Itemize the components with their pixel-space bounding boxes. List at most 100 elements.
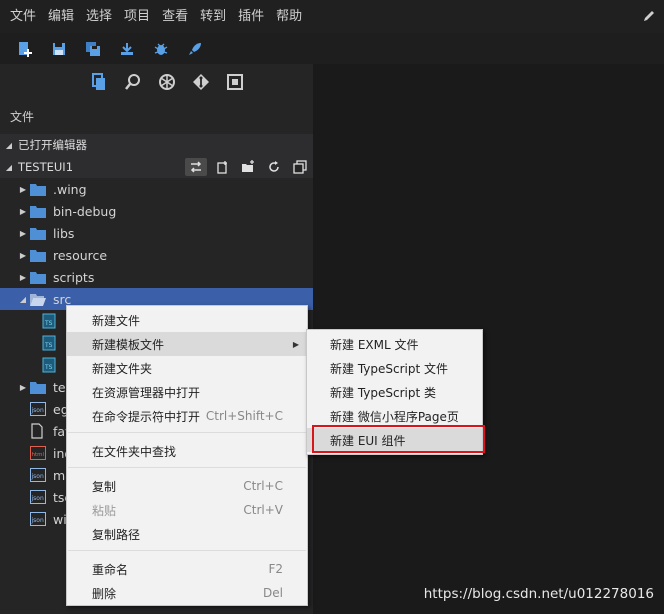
ctx-label: 粘贴: [92, 503, 117, 518]
ctx-open-in-cmd[interactable]: 在命令提示符中打开 Ctrl+Shift+C: [67, 404, 307, 428]
svg-text:json: json: [31, 407, 44, 414]
ctx-label: 删除: [92, 586, 117, 601]
sub-new-exml[interactable]: 新建 EXML 文件: [307, 332, 482, 356]
search-icon[interactable]: [122, 71, 144, 93]
folder-icon: [30, 247, 48, 263]
ctx-paste[interactable]: 粘贴 Ctrl+V: [67, 498, 307, 522]
ctx-label: 在文件夹中查找: [92, 444, 177, 459]
debug-icon[interactable]: [150, 38, 172, 60]
expand-icon: ▶: [19, 382, 27, 392]
collapse-icon: ◢: [5, 162, 13, 172]
new-folder-icon[interactable]: [237, 158, 259, 176]
menu-goto[interactable]: 转到: [194, 0, 232, 33]
ctx-shortcut: Del: [263, 586, 283, 600]
json-file-icon: json: [30, 401, 48, 417]
highlight-box: [312, 425, 485, 453]
typescript-file-icon: TS: [42, 313, 60, 329]
svg-text:json: json: [31, 517, 44, 524]
ctx-label: 新建模板文件: [92, 337, 165, 352]
sub-new-ts-file[interactable]: 新建 TypeScript 文件: [307, 356, 482, 380]
ctx-shortcut: Ctrl+V: [243, 503, 283, 517]
launch-icon[interactable]: [184, 38, 206, 60]
expand-icon: ▶: [19, 206, 27, 216]
tree-item-label: libs: [53, 225, 75, 241]
git-icon[interactable]: [190, 71, 212, 93]
watermark: https://blog.csdn.net/u012278016: [423, 586, 654, 602]
new-project-icon[interactable]: [14, 38, 36, 60]
menu-help[interactable]: 帮助: [270, 0, 308, 33]
sync-icon[interactable]: [185, 158, 207, 176]
publish-icon[interactable]: [116, 38, 138, 60]
ctx-new-template-file[interactable]: 新建模板文件 ▶: [67, 332, 307, 356]
folder-icon: [30, 181, 48, 197]
panel-title: 文件: [10, 110, 35, 124]
tree-folder-bin-debug[interactable]: ▶ bin-debug: [0, 200, 313, 222]
collapse-all-icon[interactable]: [289, 158, 311, 176]
menu-plugins[interactable]: 插件: [232, 0, 270, 33]
tree-item-label: bin-debug: [53, 203, 117, 219]
tree-folder-resource[interactable]: ▶ resource: [0, 244, 313, 266]
tree-item-label: resource: [53, 247, 108, 263]
svg-text:TS: TS: [44, 320, 53, 327]
ctx-copy[interactable]: 复制 Ctrl+C: [67, 474, 307, 498]
new-file-icon[interactable]: [211, 158, 233, 176]
ctx-new-folder[interactable]: 新建文件夹: [67, 356, 307, 380]
typescript-file-icon: TS: [42, 357, 60, 373]
menu-view[interactable]: 查看: [156, 0, 194, 33]
ctx-label: 在命令提示符中打开: [92, 409, 201, 424]
menu-select[interactable]: 选择: [80, 0, 118, 33]
context-menu: 新建文件 新建模板文件 ▶ 新建文件夹 在资源管理器中打开 在命令提示符中打开 Ct…: [66, 305, 308, 606]
ctx-copy-path[interactable]: 复制路径: [67, 522, 307, 546]
tree-folder-libs[interactable]: ▶ libs: [0, 222, 313, 244]
layout-icon[interactable]: [224, 71, 246, 93]
menu-separator: [68, 467, 306, 468]
json-file-icon: json: [30, 467, 48, 483]
svg-text:TS: TS: [44, 342, 53, 349]
menu-file[interactable]: 文件: [0, 0, 42, 33]
svg-text:json: json: [31, 473, 44, 480]
tree-folder-scripts[interactable]: ▶ scripts: [0, 266, 313, 288]
sub-label: 新建 微信小程序Page页: [330, 409, 459, 424]
refresh-icon[interactable]: [263, 158, 285, 176]
tree-item-label: scripts: [53, 269, 95, 285]
svg-text:html: html: [32, 452, 45, 458]
ctx-label: 新建文件夹: [92, 361, 153, 376]
ctx-delete[interactable]: 删除 Del: [67, 581, 307, 605]
save-icon[interactable]: [48, 38, 70, 60]
ctx-rename[interactable]: 重命名 F2: [67, 557, 307, 581]
menu-bar: 文件 编辑 选择 项目 查看 转到 插件 帮助: [0, 0, 664, 33]
tree-item-label: .wing: [53, 181, 87, 197]
collapse-icon: ◢: [19, 294, 27, 304]
sub-label: 新建 TypeScript 文件: [330, 361, 448, 376]
ctx-new-file[interactable]: 新建文件: [67, 308, 307, 332]
menu-separator: [68, 432, 306, 433]
json-file-icon: json: [30, 489, 48, 505]
save-all-icon[interactable]: [82, 38, 104, 60]
menu-project[interactable]: 项目: [118, 0, 156, 33]
sub-label: 新建 EXML 文件: [330, 337, 419, 352]
ctx-open-in-explorer[interactable]: 在资源管理器中打开: [67, 380, 307, 404]
expand-icon: ▶: [19, 272, 27, 282]
ctx-label: 在资源管理器中打开: [92, 385, 201, 400]
sub-new-ts-class[interactable]: 新建 TypeScript 类: [307, 380, 482, 404]
folder-open-icon: [30, 291, 48, 307]
open-editors-section[interactable]: ◢ 已打开编辑器: [0, 134, 313, 156]
section-actions: [185, 158, 311, 176]
tree-folder-wing[interactable]: ▶ .wing: [0, 178, 313, 200]
tree-item-label: te: [53, 379, 66, 395]
ctx-label: 新建文件: [92, 313, 141, 328]
project-section[interactable]: ◢ TESTEUI1: [0, 156, 313, 178]
ctx-label: 重命名: [92, 562, 129, 577]
pen-icon[interactable]: [642, 9, 656, 23]
ctx-find-in-folder[interactable]: 在文件夹中查找: [67, 439, 307, 463]
expand-icon: ▶: [19, 250, 27, 260]
html-file-icon: html: [30, 445, 48, 461]
ctx-label: 复制路径: [92, 527, 141, 542]
explorer-icon[interactable]: [88, 71, 110, 93]
project-label: TESTEUI1: [18, 160, 74, 174]
extensions-icon[interactable]: [156, 71, 178, 93]
expand-icon: ▶: [19, 184, 27, 194]
svg-text:json: json: [31, 495, 44, 502]
menu-edit[interactable]: 编辑: [42, 0, 80, 33]
json-file-icon: json: [30, 511, 48, 527]
